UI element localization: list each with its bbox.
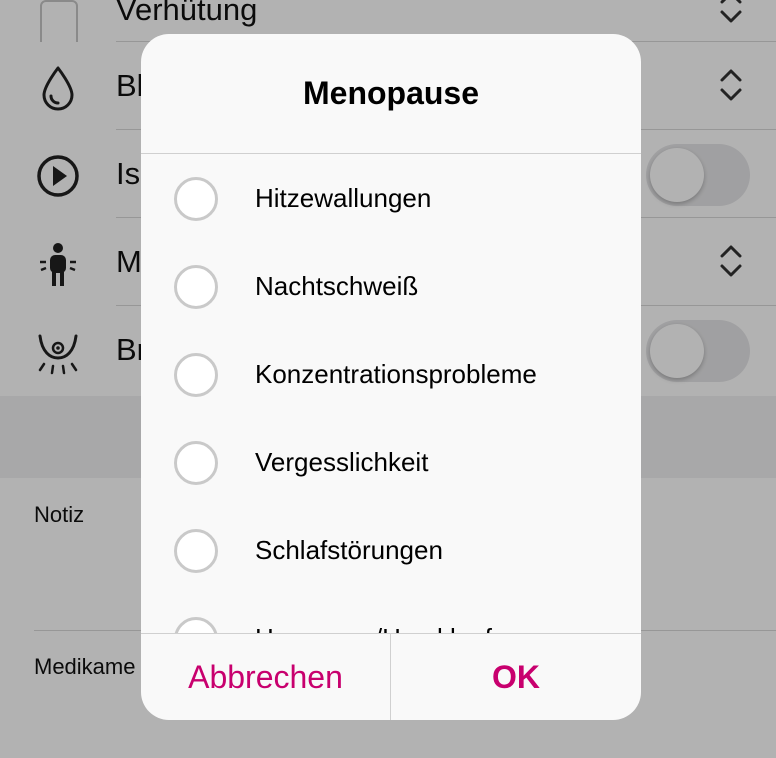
radio-button[interactable] <box>174 617 218 633</box>
screen: Verhütung Bl Is M Br Notiz Medikame Meno… <box>0 0 776 758</box>
option-label: Konzentrationsprobleme <box>255 359 537 389</box>
radio-button[interactable] <box>174 353 218 397</box>
menopause-dialog: Menopause Hitzewallungen Nachtschweiß Ko… <box>141 34 641 720</box>
radio-button[interactable] <box>174 177 218 221</box>
option-label: Nachtschweiß <box>255 271 419 301</box>
cancel-button[interactable]: Abbrechen <box>141 634 390 720</box>
option-forgetfulness[interactable]: Vergesslichkeit <box>141 418 641 506</box>
option-label: Hitzewallungen <box>255 183 432 213</box>
radio-button[interactable] <box>174 529 218 573</box>
option-label: Schlafstörungen <box>255 535 443 565</box>
option-sleep-disorders[interactable]: Schlafstörungen <box>141 506 641 594</box>
option-label: Herzrasen/Herzklopfen <box>255 622 521 633</box>
option-concentration[interactable]: Konzentrationsprobleme <box>141 330 641 418</box>
options-list[interactable]: Hitzewallungen Nachtschweiß Konzentratio… <box>141 154 641 633</box>
radio-button[interactable] <box>174 441 218 485</box>
dialog-title: Menopause <box>302 75 480 111</box>
option-label: Vergesslichkeit <box>255 447 429 477</box>
option-hot-flashes[interactable]: Hitzewallungen <box>141 154 641 242</box>
radio-button[interactable] <box>174 265 218 309</box>
option-night-sweats[interactable]: Nachtschweiß <box>141 242 641 330</box>
ok-button[interactable]: OK <box>391 634 641 720</box>
option-palpitations[interactable]: Herzrasen/Herzklopfen <box>141 594 641 633</box>
